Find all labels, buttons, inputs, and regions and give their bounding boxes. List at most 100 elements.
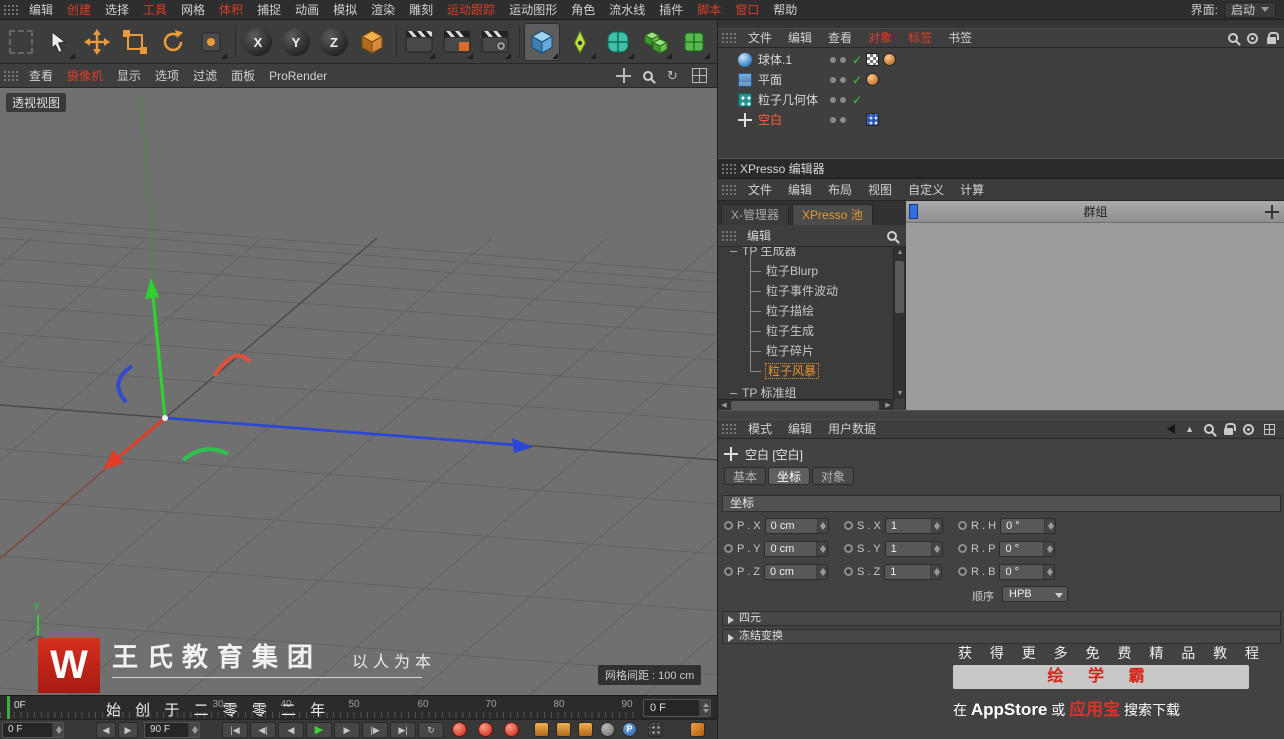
vp-menu-prorender[interactable]: ProRender — [262, 64, 334, 88]
object-name[interactable]: 空白 — [758, 110, 782, 130]
keyframe-circle-icon[interactable] — [844, 521, 853, 530]
tree-item[interactable]: 粒子描绘 — [718, 291, 894, 321]
grip-icon[interactable] — [721, 183, 737, 196]
search-icon[interactable] — [887, 230, 897, 241]
object-name[interactable]: 粒子几何体 — [758, 90, 818, 110]
om-menu-bookmarks[interactable]: 书签 — [940, 28, 980, 48]
grip-icon[interactable] — [721, 423, 737, 435]
move-panel-icon[interactable] — [1265, 205, 1279, 219]
record-keyframe-button[interactable] — [452, 722, 467, 737]
play-button[interactable]: ▶ — [306, 722, 332, 738]
freeze-transform-collapse-row[interactable]: 冻结变换 — [722, 629, 1281, 644]
xp-menu-custom[interactable]: 自定义 — [900, 179, 952, 201]
scale-y-input[interactable]: 1 — [884, 540, 943, 557]
layout-icon[interactable] — [1264, 423, 1275, 435]
object-row-particle-geometry[interactable]: 粒子几何体 ✓ — [718, 90, 1284, 110]
keyframe-circle-icon[interactable] — [844, 567, 853, 576]
range-right-button[interactable]: ▶ — [118, 722, 138, 738]
xpresso-title-bar[interactable]: XPresso 编辑器 — [718, 159, 1284, 179]
position-z-input[interactable]: 0 cm — [764, 563, 829, 580]
z-axis-lock-button[interactable]: Z — [316, 23, 352, 61]
object-name[interactable]: 球体.1 — [758, 50, 792, 70]
xpresso-canvas[interactable]: 群组 — [906, 201, 1284, 411]
loop-button[interactable]: ↻ — [418, 722, 444, 738]
target-icon[interactable] — [1247, 32, 1258, 44]
phong-tag-icon[interactable] — [883, 53, 896, 66]
stepper-icon[interactable] — [699, 700, 710, 716]
stepper-icon[interactable] — [188, 723, 199, 737]
menu-render[interactable]: 渲染 — [364, 0, 402, 20]
xgroup-header[interactable]: 群组 — [906, 201, 1284, 223]
rotation-p-input[interactable]: 0 ° — [999, 540, 1056, 557]
menu-select[interactable]: 选择 — [98, 0, 136, 20]
prev-key-button[interactable]: ◀| — [250, 722, 276, 738]
next-frame-button[interactable]: ▶ — [334, 722, 360, 738]
render-visibility-dot[interactable] — [840, 117, 846, 123]
om-menu-objects[interactable]: 对象 — [860, 28, 900, 48]
stepper-icon[interactable] — [930, 518, 942, 533]
tree-item[interactable]: 粒子Blurp — [718, 251, 894, 281]
grip-icon[interactable] — [3, 3, 19, 16]
record-pla-toggle[interactable]: P — [622, 722, 637, 737]
tree-item[interactable]: 粒子生成 — [718, 311, 894, 341]
last-used-tool-button[interactable] — [193, 23, 229, 61]
menu-mesh[interactable]: 网格 — [174, 0, 212, 20]
deformer-button[interactable] — [676, 23, 712, 61]
stepper-icon[interactable] — [1043, 564, 1055, 579]
keyframe-circle-icon[interactable] — [958, 544, 967, 553]
record-position-toggle[interactable] — [534, 722, 549, 737]
scale-z-input[interactable]: 1 — [884, 563, 943, 580]
tree-category[interactable]: TP 标准组 — [718, 383, 894, 399]
grip-icon[interactable] — [3, 69, 19, 82]
xp-menu-layout[interactable]: 布局 — [820, 179, 860, 201]
viewport-3d[interactable]: Y 透视视图 网格间距 : 100 cm W 王氏教育集团 以人为本 — [0, 88, 717, 695]
grip-icon[interactable] — [721, 32, 737, 44]
generator-button[interactable] — [638, 23, 674, 61]
om-menu-view[interactable]: 查看 — [820, 28, 860, 48]
menu-tools[interactable]: 工具 — [136, 0, 174, 20]
tree-item[interactable]: 粒子碎片 — [718, 331, 894, 361]
origin-point[interactable] — [162, 415, 168, 421]
render-settings-button[interactable] — [477, 23, 513, 61]
editor-visibility-dot[interactable] — [830, 77, 836, 83]
end-frame-input[interactable]: 90 F — [144, 722, 200, 738]
am-menu-edit[interactable]: 编辑 — [780, 419, 820, 439]
record-rotation-toggle[interactable] — [578, 722, 593, 737]
menu-motion-tracker[interactable]: 运动跟踪 — [440, 0, 502, 20]
pool-menu-edit[interactable]: 编辑 — [740, 226, 778, 246]
tab-basic[interactable]: 基本 — [724, 467, 767, 485]
om-menu-tags[interactable]: 标签 — [900, 28, 940, 48]
xp-menu-view[interactable]: 视图 — [860, 179, 900, 201]
rotation-h-input[interactable]: 0 ° — [1000, 517, 1057, 534]
keyframe-circle-icon[interactable] — [724, 567, 733, 576]
range-left-button[interactable]: ◀ — [96, 722, 116, 738]
scrollbar-thumb[interactable] — [731, 401, 879, 410]
goto-end-button[interactable]: ▶| — [390, 722, 416, 738]
vp-menu-view[interactable]: 查看 — [22, 64, 60, 88]
scroll-up-icon[interactable]: ▲ — [894, 247, 906, 258]
stepper-icon[interactable] — [1043, 541, 1055, 556]
keyframe-circle-icon[interactable] — [724, 544, 733, 553]
tab-object[interactable]: 对象 — [812, 467, 855, 485]
editor-visibility-dot[interactable] — [830, 97, 836, 103]
xp-menu-file[interactable]: 文件 — [740, 179, 780, 201]
menu-pipeline[interactable]: 流水线 — [602, 0, 652, 20]
vp-menu-options[interactable]: 选项 — [148, 64, 186, 88]
enabled-check-icon[interactable]: ✓ — [852, 50, 862, 70]
menu-snap[interactable]: 捕捉 — [250, 0, 288, 20]
goto-start-button[interactable]: |◀ — [222, 722, 248, 738]
object-row-sphere[interactable]: 球体.1 ✓ — [718, 50, 1284, 70]
position-y-input[interactable]: 0 cm — [764, 540, 829, 557]
enabled-check-icon[interactable]: ✓ — [852, 90, 862, 110]
keyframe-circle-icon[interactable] — [724, 521, 733, 530]
object-row-plane[interactable]: 平面 ✓ — [718, 70, 1284, 90]
menu-edit[interactable]: 编辑 — [22, 0, 60, 20]
render-visibility-dot[interactable] — [840, 57, 846, 63]
render-visibility-dot[interactable] — [840, 97, 846, 103]
menu-simulate[interactable]: 模拟 — [326, 0, 364, 20]
record-parameter-toggle[interactable] — [600, 722, 615, 737]
stepper-icon[interactable] — [930, 564, 942, 579]
phong-tag-icon[interactable] — [866, 73, 879, 86]
tree-category[interactable]: TP 生成器 — [718, 247, 894, 261]
next-key-button[interactable]: |▶ — [362, 722, 388, 738]
